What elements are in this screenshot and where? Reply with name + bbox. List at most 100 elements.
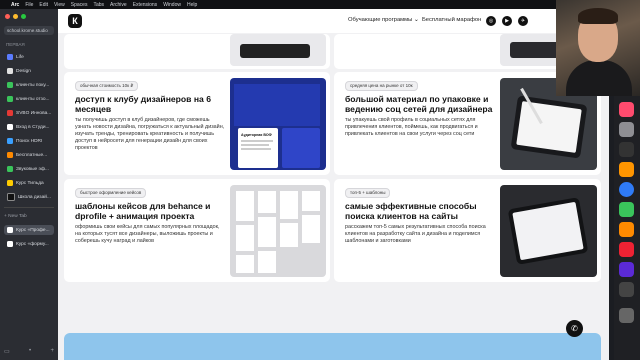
sidebar-item-label: SVBO Иннова...	[16, 110, 52, 116]
nav-courses-link[interactable]: Обучающие программы ⌄	[348, 17, 419, 23]
card-description: ты упакуешь свой профиль в социальных се…	[345, 117, 478, 137]
sidebar-item-svbo[interactable]: SVBO Иннова...	[4, 108, 54, 118]
card-description: оформишь свои кейсы для самых популярных…	[75, 224, 220, 244]
menu-help[interactable]: Help	[187, 2, 197, 8]
sidebar-item-clients-1[interactable]: клиенты поку...	[4, 80, 54, 90]
feature-pill: топ-5 + шаблоны	[345, 188, 391, 198]
site-logo[interactable]: К	[68, 14, 82, 28]
window-controls	[5, 14, 26, 19]
telegram-icon[interactable]: ✈	[518, 16, 528, 26]
page-content: К Обучающие программы ⌄ Бесплатный мараф…	[58, 9, 609, 360]
sidebar-item-sounds[interactable]: Звуковые эф...	[4, 164, 54, 174]
app-icon[interactable]	[619, 262, 634, 277]
card-image	[230, 185, 326, 277]
sheets-icon	[7, 96, 13, 102]
menu-app[interactable]: Arc	[11, 2, 19, 8]
sidebar-item-label: Вход в Студи...	[16, 124, 50, 130]
sidebar-divider	[4, 207, 54, 208]
menu-edit[interactable]: Edit	[39, 2, 48, 8]
card-image	[230, 34, 326, 66]
vlc-icon[interactable]	[619, 222, 634, 237]
nav-marathon-link[interactable]: Бесплатный марафон	[422, 17, 481, 23]
card-case-templates: быстрое оформление кейсов шаблоны кейсов…	[64, 179, 330, 282]
card-prev-left	[64, 34, 330, 69]
price-pill: обычная стоимость 10к ₽	[75, 81, 139, 91]
sidebar-tab-course-pro[interactable]: Курс «Профе...	[4, 225, 54, 235]
site-icon	[7, 193, 15, 201]
sidebar-item-label: Design	[16, 68, 31, 74]
app-icon[interactable]	[619, 282, 634, 297]
card-title: самые эффективные способы поиска клиенто…	[345, 201, 477, 221]
sidebar-item-label: Курс «Профе...	[16, 227, 50, 233]
card-image	[500, 185, 597, 277]
sidebar-item-label: Поиск HDRI	[16, 138, 43, 144]
sidebar-item-label: Бесплатные...	[16, 152, 48, 158]
feature-pill: быстрое оформление кейсов	[75, 188, 147, 198]
sidebar-item-life[interactable]: Life	[4, 52, 54, 62]
site-icon	[7, 227, 13, 233]
phone-icon[interactable]: ✆	[566, 320, 583, 337]
sidebar-item-label: клиенты поку...	[16, 82, 50, 88]
site-icon	[7, 110, 13, 116]
sidebar-item-free[interactable]: Бесплатные...	[4, 150, 54, 160]
menu-spaces[interactable]: Spaces	[71, 2, 88, 8]
sidebar-item-hdri[interactable]: Поиск HDRI	[4, 136, 54, 146]
sidebar-item-label: Звуковые эф...	[16, 166, 49, 172]
sidebar-item-design[interactable]: Design	[4, 66, 54, 76]
spaces-icon[interactable]: •	[29, 348, 31, 355]
youtube-icon[interactable]: ▶	[502, 16, 512, 26]
menu-tabs[interactable]: Tabs	[93, 2, 104, 8]
app-icon[interactable]	[619, 162, 634, 177]
menu-extensions[interactable]: Extensions	[133, 2, 157, 8]
sidebar-item-clients-2[interactable]: клиенты отзо...	[4, 94, 54, 104]
app-icon[interactable]	[619, 202, 634, 217]
thumb-caption: Аудиторная ВОФ	[241, 133, 272, 137]
archive-icon[interactable]: ▭	[4, 348, 10, 355]
browser-sidebar: school.krome.studio ПЕРВАЯ Life Design к…	[0, 9, 58, 360]
menu-archive[interactable]: Archive	[110, 2, 127, 8]
maximize-window-button[interactable]	[21, 14, 26, 19]
pinned-section-label: ПЕРВАЯ	[6, 42, 25, 47]
price-pill: средняя цена на рынке от 10к	[345, 81, 418, 91]
dock	[614, 96, 640, 360]
sidebar-item-label: Life	[16, 54, 24, 60]
menu-window[interactable]: Window	[163, 2, 181, 8]
sidebar-item-school[interactable]: Школа дизай...	[4, 192, 54, 202]
site-icon	[7, 124, 13, 130]
instagram-icon[interactable]: ◎	[486, 16, 496, 26]
sidebar-item-label: Курс Тильда	[16, 180, 44, 186]
sidebar-tab-course-form[interactable]: Курс «форму...	[4, 239, 54, 249]
sidebar-item-tilda[interactable]: Курс Тильда	[4, 178, 54, 188]
trash-icon[interactable]	[619, 308, 634, 323]
card-club-access: обычная стоимость 10к ₽ доступ к клубу д…	[64, 72, 330, 175]
sidebar-item-studio-login[interactable]: Вход в Студи...	[4, 122, 54, 132]
card-image: Аудиторная ВОФ	[230, 78, 326, 170]
site-icon	[7, 241, 13, 247]
site-header: К Обучающие программы ⌄ Бесплатный мараф…	[58, 9, 609, 33]
app-icon[interactable]	[619, 242, 634, 257]
app-icon[interactable]	[619, 102, 634, 117]
settings-icon[interactable]	[619, 122, 634, 137]
sidebar-item-label: клиенты отзо...	[16, 96, 50, 102]
sidebar-item-label: Школа дизай...	[18, 194, 51, 200]
menu-file[interactable]: File	[25, 2, 33, 8]
sidebar-bottom-bar: ▭ • +	[4, 348, 54, 355]
add-space-icon[interactable]: +	[50, 348, 54, 355]
new-tab-button[interactable]: + New Tab	[4, 211, 54, 221]
card-description: расскажем топ-5 самых результативных спо…	[345, 224, 486, 244]
site-icon	[7, 180, 13, 186]
menu-view[interactable]: View	[54, 2, 65, 8]
minimize-window-button[interactable]	[13, 14, 18, 19]
presenter-body	[566, 60, 632, 96]
app-icon[interactable]	[619, 182, 634, 197]
webcam-overlay	[556, 0, 640, 96]
site-icon	[7, 166, 13, 172]
card-title: большой материал по упаковке и ведению с…	[345, 94, 493, 114]
close-window-button[interactable]	[5, 14, 10, 19]
app-icon[interactable]	[619, 142, 634, 157]
site-icon	[7, 152, 13, 158]
menu-bar: Arc File Edit View Spaces Tabs Archive E…	[0, 0, 640, 9]
bottom-banner	[64, 333, 601, 360]
folder-icon	[7, 54, 13, 60]
address-bar[interactable]: school.krome.studio	[4, 26, 54, 35]
